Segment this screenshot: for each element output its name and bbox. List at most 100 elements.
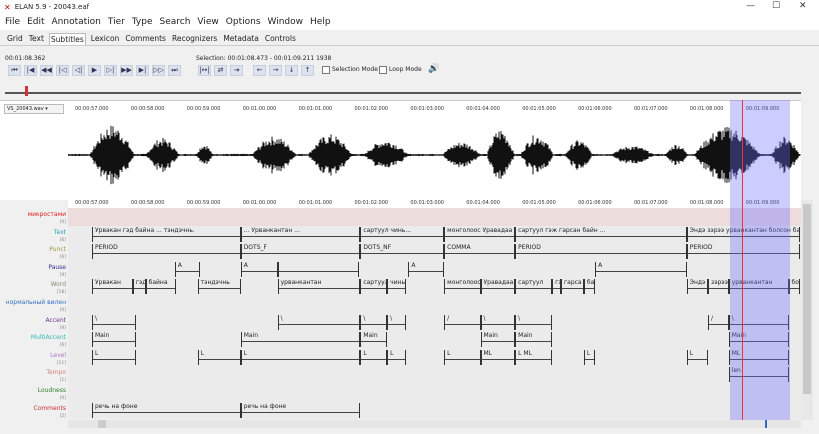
player-button-3[interactable]: |◁ bbox=[56, 65, 69, 76]
tab-text[interactable]: Text bbox=[28, 33, 45, 44]
tier-label[interactable]: Tempo [1] bbox=[0, 369, 68, 385]
time-slider[interactable] bbox=[5, 92, 801, 94]
horizontal-scrollbar[interactable] bbox=[68, 420, 801, 428]
annotation[interactable]: Урвакан bbox=[92, 279, 133, 295]
annotation[interactable]: сартуул bbox=[360, 279, 388, 295]
tier-row-нормальный вилен[interactable] bbox=[68, 296, 801, 314]
tier-row-Word[interactable]: Урвакан гэд байна тэндэчнь урванкантан сартуу… bbox=[68, 278, 801, 296]
maximize-button[interactable]: ☐ bbox=[772, 1, 780, 11]
tier-label[interactable]: Word [18] bbox=[0, 281, 68, 297]
annotation[interactable]: Main bbox=[515, 332, 553, 348]
nav-button-1[interactable]: → bbox=[269, 65, 282, 76]
annotation[interactable]: L bbox=[197, 349, 241, 365]
annotation[interactable]: тэндэчнь bbox=[197, 279, 241, 295]
player-button-0[interactable]: ⏮ bbox=[8, 65, 21, 76]
annotation[interactable]: речь на фоне bbox=[92, 402, 241, 418]
tier-label[interactable]: Punct [6] bbox=[0, 246, 68, 262]
player-button-9[interactable]: ▷▷ bbox=[152, 65, 165, 76]
annotation[interactable]: L bbox=[686, 349, 709, 365]
close-button[interactable]: ✕ bbox=[799, 1, 807, 11]
tab-comments[interactable]: Comments bbox=[124, 33, 167, 44]
annotation[interactable]: Main bbox=[92, 332, 137, 348]
tab-grid[interactable]: Grid bbox=[6, 33, 24, 44]
annotation[interactable]: гэд bbox=[132, 279, 146, 295]
tab-subtitles[interactable]: Subtitles bbox=[48, 32, 86, 45]
volume-icon[interactable]: 🔊 bbox=[428, 64, 439, 74]
player-button-2[interactable]: ◀◀ bbox=[40, 65, 53, 76]
nav-button-0[interactable]: ← bbox=[253, 65, 266, 76]
player-button-1[interactable]: |◀ bbox=[24, 65, 37, 76]
annotation[interactable]: \ bbox=[277, 314, 361, 330]
tier-label[interactable]: Pause [9] bbox=[0, 264, 68, 280]
selection-button-1[interactable]: ⇄ bbox=[214, 65, 227, 76]
tier-label[interactable]: Comments [2] bbox=[0, 405, 68, 421]
annotation[interactable]: DOTS_NF bbox=[360, 244, 445, 260]
annotation[interactable]: сартуул гэж гарсан байн ... bbox=[515, 226, 687, 242]
player-button-8[interactable]: ▶| bbox=[136, 65, 149, 76]
annotation[interactable]: ML bbox=[480, 349, 516, 365]
minimize-button[interactable]: — bbox=[746, 1, 755, 11]
annotation[interactable]: L bbox=[444, 349, 481, 365]
player-button-4[interactable]: ◁| bbox=[72, 65, 85, 76]
annotation[interactable]: L bbox=[583, 349, 596, 365]
annotation[interactable]: байна bbox=[145, 279, 176, 295]
tier-row-Level[interactable]: L L L L L L ML L ML L L ML bbox=[68, 348, 801, 367]
nav-button-3[interactable]: ↑ bbox=[301, 65, 314, 76]
annotation[interactable]: / bbox=[444, 314, 481, 330]
menu-search[interactable]: Search bbox=[160, 17, 191, 27]
menu-help[interactable]: Help bbox=[310, 17, 331, 27]
player-button-5[interactable]: ▶ bbox=[88, 65, 101, 76]
annotation[interactable]: \ bbox=[387, 314, 407, 330]
tier-label[interactable]: нормальный вилен [0] bbox=[0, 299, 68, 315]
menu-tier[interactable]: Tier bbox=[108, 17, 125, 27]
annotation[interactable]: A bbox=[240, 261, 278, 277]
annotation[interactable]: Main bbox=[240, 332, 361, 348]
annotation[interactable]: L bbox=[240, 349, 361, 365]
annotation[interactable]: \ bbox=[360, 314, 388, 330]
tier-row-MultiAccent[interactable]: Main Main Main Main Main Main bbox=[68, 331, 801, 349]
annotation[interactable]: монголоос bbox=[444, 279, 481, 295]
tab-controls[interactable]: Controls bbox=[264, 33, 297, 44]
vertical-scrollbar[interactable] bbox=[801, 200, 813, 420]
nav-button-2[interactable]: ↓ bbox=[285, 65, 298, 76]
menu-view[interactable]: View bbox=[197, 17, 218, 27]
selection-button-0[interactable]: |↔| bbox=[198, 65, 211, 76]
annotation[interactable]: A bbox=[595, 261, 687, 277]
tier-row-Punct[interactable]: PERIOD DOTS_F DOTS_NF COMMA PERIOD PERIOD bbox=[68, 243, 801, 261]
annotation[interactable]: Эндэ bbox=[686, 279, 709, 295]
annotation[interactable]: речь на фоне bbox=[240, 402, 361, 418]
annotation[interactable]: Main bbox=[360, 332, 388, 348]
annotation[interactable]: зэрээ bbox=[708, 279, 729, 295]
annotation[interactable]: A bbox=[408, 261, 445, 277]
media-file-select[interactable]: VS_20043.wav ▾ bbox=[4, 104, 64, 114]
annotation[interactable]: PERIOD bbox=[515, 244, 687, 260]
annotation[interactable] bbox=[277, 261, 360, 277]
tier-label[interactable]: Loudness [0] bbox=[0, 387, 68, 403]
annotation[interactable]: L bbox=[387, 349, 407, 365]
tier-label[interactable]: Text [6] bbox=[0, 229, 68, 245]
menu-type[interactable]: Type bbox=[132, 17, 153, 27]
tier-label[interactable]: микростами [0] bbox=[0, 211, 68, 227]
annotation[interactable]: бо bbox=[788, 279, 800, 295]
tier-label[interactable]: Accent [9] bbox=[0, 317, 68, 333]
selection-button-2[interactable]: ⇥ bbox=[230, 65, 243, 76]
annotation[interactable]: L bbox=[92, 349, 137, 365]
annotation[interactable]: \ bbox=[480, 314, 516, 330]
menu-options[interactable]: Options bbox=[226, 17, 261, 27]
annotation[interactable]: A bbox=[174, 261, 200, 277]
player-button-6[interactable]: ▷| bbox=[104, 65, 117, 76]
annotation[interactable]: \ bbox=[515, 314, 553, 330]
annotation[interactable]: Main bbox=[480, 332, 516, 348]
time-slider-handle[interactable] bbox=[25, 86, 28, 96]
annotation[interactable]: сартуул чинь... bbox=[360, 226, 445, 242]
tab-metadata[interactable]: Metadata bbox=[222, 33, 260, 44]
annotation[interactable]: \ bbox=[92, 314, 137, 330]
annotation[interactable]: монголоос Уравадаа bbox=[444, 226, 516, 242]
tier-row-Pause[interactable]: AAAA bbox=[68, 260, 801, 279]
annotation[interactable]: COMMA bbox=[444, 244, 516, 260]
tier-label[interactable]: MultiAccent [6] bbox=[0, 334, 68, 350]
player-button-10[interactable]: ⏭ bbox=[168, 65, 181, 76]
tier-row-Accent[interactable]: \ \ \ \ / \ \ / \ bbox=[68, 313, 801, 332]
annotation[interactable]: Урвакан гэд байна ... тэндэчнь. bbox=[92, 226, 241, 242]
menu-edit[interactable]: Edit bbox=[27, 17, 44, 27]
